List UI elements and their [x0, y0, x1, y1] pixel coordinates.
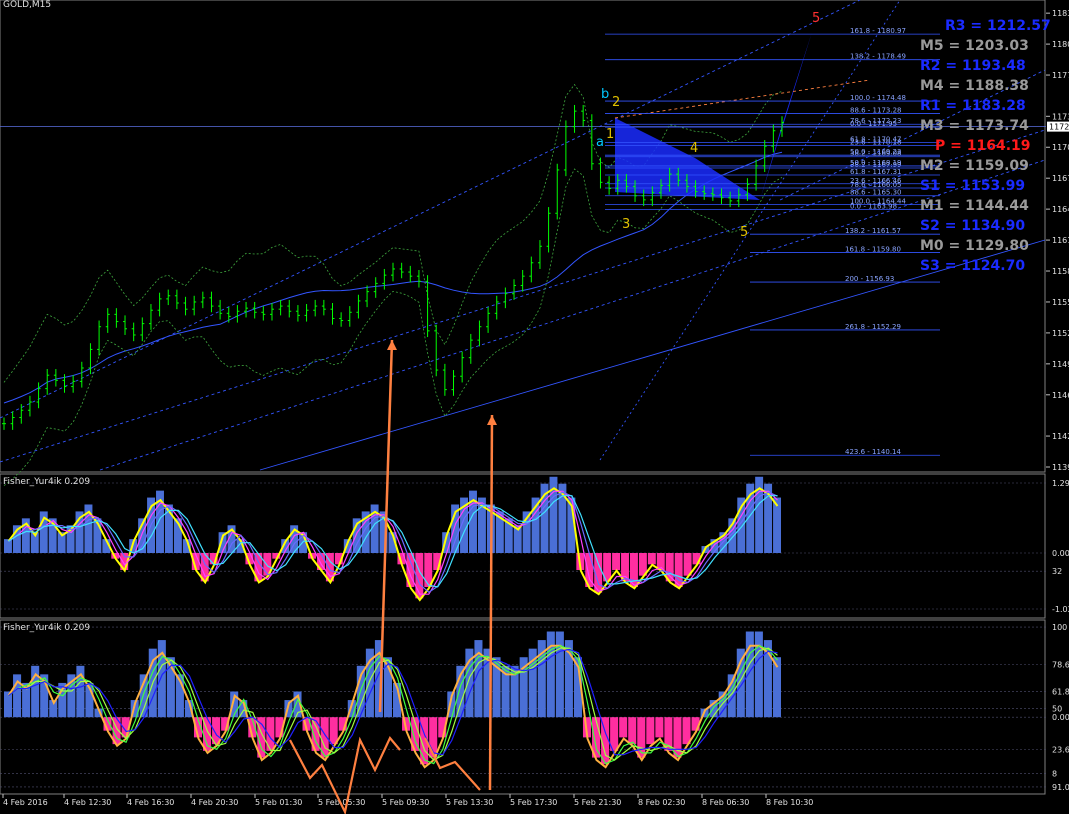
indicator-tick-label: 0.00: [1052, 549, 1069, 558]
histogram-bar: [612, 553, 621, 571]
fib-label: 100.0 - 1174.48: [850, 94, 906, 102]
histogram-bar: [736, 648, 745, 718]
indicator-tick-label: 8: [1052, 769, 1057, 778]
time-tick-label: 5 Feb 01:30: [255, 798, 302, 807]
indicator-tick-label: 0.00: [1052, 713, 1069, 722]
pivot-label: S2 = 1134.90: [920, 218, 1025, 234]
price-tick-label: 1161: [1052, 236, 1069, 245]
price-tick-label: 1146: [1052, 391, 1069, 400]
fisher-panel-2-title: Fisher_Yur4ik 0.209: [3, 623, 91, 633]
fib-label: 0.0 - 1163.98: [850, 202, 897, 210]
price-tick-label: 1173: [1052, 112, 1069, 121]
histogram-bar: [628, 717, 637, 745]
price-tick-label: 1177: [1052, 71, 1069, 80]
indicator-tick-label: 91.02: [1052, 783, 1069, 792]
fib-label: 50.0 - 1168.19: [850, 159, 902, 167]
pivot-label: M0 = 1129.80: [920, 238, 1029, 254]
histogram-bar: [619, 717, 628, 738]
wave-label: 5: [812, 11, 820, 26]
pivot-label: R2 = 1193.48: [920, 58, 1026, 74]
histogram-bar: [647, 553, 656, 565]
symbol-title: GOLD,M15: [3, 0, 52, 10]
wave-label: 1: [606, 127, 614, 142]
histogram-bar: [157, 640, 166, 718]
trading-chart[interactable]: 1183 1180 1177 1173 1170 1167 1164 1161 1158 1155…: [0, 0, 1069, 814]
price-tick-label: 1164: [1052, 205, 1069, 214]
fib-label: 38.2 - 1169.08: [850, 150, 902, 158]
time-tick-label: 8 Feb 06:30: [702, 798, 749, 807]
time-tick-label: 5 Feb 13:30: [446, 798, 493, 807]
price-tick-label: 1180: [1052, 40, 1069, 49]
indicator-tick-label: -1.02: [1052, 605, 1069, 614]
indicator-tick-label: 32: [1052, 567, 1062, 576]
histogram-bar: [754, 631, 763, 718]
histogram-bar: [682, 717, 691, 745]
indicator-tick-label: 1.29: [1052, 479, 1069, 488]
price-tick-label: 1139: [1052, 463, 1069, 472]
price-tick-label: 1170: [1052, 143, 1069, 152]
pivot-label: M2 = 1159.09: [920, 158, 1029, 174]
time-tick-label: 8 Feb 02:30: [638, 798, 685, 807]
fib-label: 161.8 - 1180.97: [850, 27, 906, 35]
time-tick-label: 5 Feb 21:30: [574, 798, 621, 807]
price-tick-label: 1158: [1052, 267, 1069, 276]
fib-label: 61.8 - 1167.31: [850, 168, 902, 176]
indicator-tick-label: 100: [1052, 623, 1067, 632]
price-tick-label: 1167: [1052, 174, 1069, 183]
pivot-label: S1 = 1153.99: [920, 178, 1025, 194]
wave-label: b: [601, 87, 609, 102]
histogram-bar: [76, 665, 85, 718]
time-tick-label: 4 Feb 12:30: [64, 798, 111, 807]
pivot-label: M5 = 1203.03: [920, 38, 1029, 54]
pivot-label: R1 = 1183.28: [920, 98, 1026, 114]
histogram-bar: [555, 631, 564, 718]
histogram-bar: [745, 631, 754, 718]
price-tick-label: 1152: [1052, 329, 1069, 338]
histogram-bar: [4, 539, 12, 553]
fib-label: 161.8 - 1159.80: [845, 245, 901, 253]
fib-label: 423.6 - 1140.14: [845, 448, 902, 456]
time-tick-label: 5 Feb 09:30: [382, 798, 429, 807]
indicator-tick-label: 78.6: [1052, 661, 1069, 670]
histogram-bar: [655, 717, 664, 738]
indicator-tick-label: 61.8: [1052, 688, 1069, 697]
fib-label: 88.6 - 1165.30: [850, 189, 902, 197]
price-tick-label: 1155: [1052, 298, 1069, 307]
time-tick-label: 4 Feb 20:30: [191, 798, 238, 807]
fib-label: 138.2 - 1178.49: [850, 53, 906, 61]
wave-label: 5: [740, 225, 748, 240]
indicator-tick-label: 23.6: [1052, 746, 1069, 755]
current-price-label: 1172: [1049, 123, 1069, 132]
histogram-bar: [329, 717, 338, 745]
histogram-bar: [546, 631, 555, 718]
fib-label: 261.8 - 1152.29: [845, 323, 901, 331]
pivot-label: M3 = 1173.74: [920, 118, 1029, 134]
pivot-label: M1 = 1144.44: [920, 198, 1029, 214]
pivot-label: M4 = 1188.38: [920, 78, 1029, 94]
wave-label: a: [596, 135, 604, 150]
histogram-bar: [646, 717, 655, 745]
fib-label: 138.2 - 1161.57: [845, 227, 901, 235]
fib-label: 88.6 - 1173.28: [850, 106, 902, 114]
price-tick-label: 1142: [1052, 432, 1069, 441]
price-tick-label: 1149: [1052, 360, 1069, 369]
time-tick-label: 5 Feb 17:30: [510, 798, 557, 807]
pivot-label: R3 = 1212.57: [945, 18, 1051, 34]
wave-label: 2: [612, 95, 620, 110]
pivot-label: S3 = 1124.70: [920, 258, 1025, 274]
pivot-label: P = 1164.19: [935, 138, 1031, 154]
fib-label: 0.0 - 1171.95: [850, 120, 897, 128]
fib-label: 23.6 - 1170.18: [850, 138, 902, 146]
fisher-panel-1-title: Fisher_Yur4ik 0.209: [3, 477, 91, 487]
time-tick-label: 8 Feb 10:30: [766, 798, 813, 807]
price-tick-label: 1183: [1052, 9, 1069, 18]
time-tick-label: 4 Feb 16:30: [127, 798, 174, 807]
wave-label: 3: [622, 217, 630, 232]
wave-label: 4: [690, 141, 698, 156]
time-tick-label: 4 Feb 2016: [3, 798, 48, 807]
fib-label: 200 - 1156.93: [845, 275, 894, 283]
